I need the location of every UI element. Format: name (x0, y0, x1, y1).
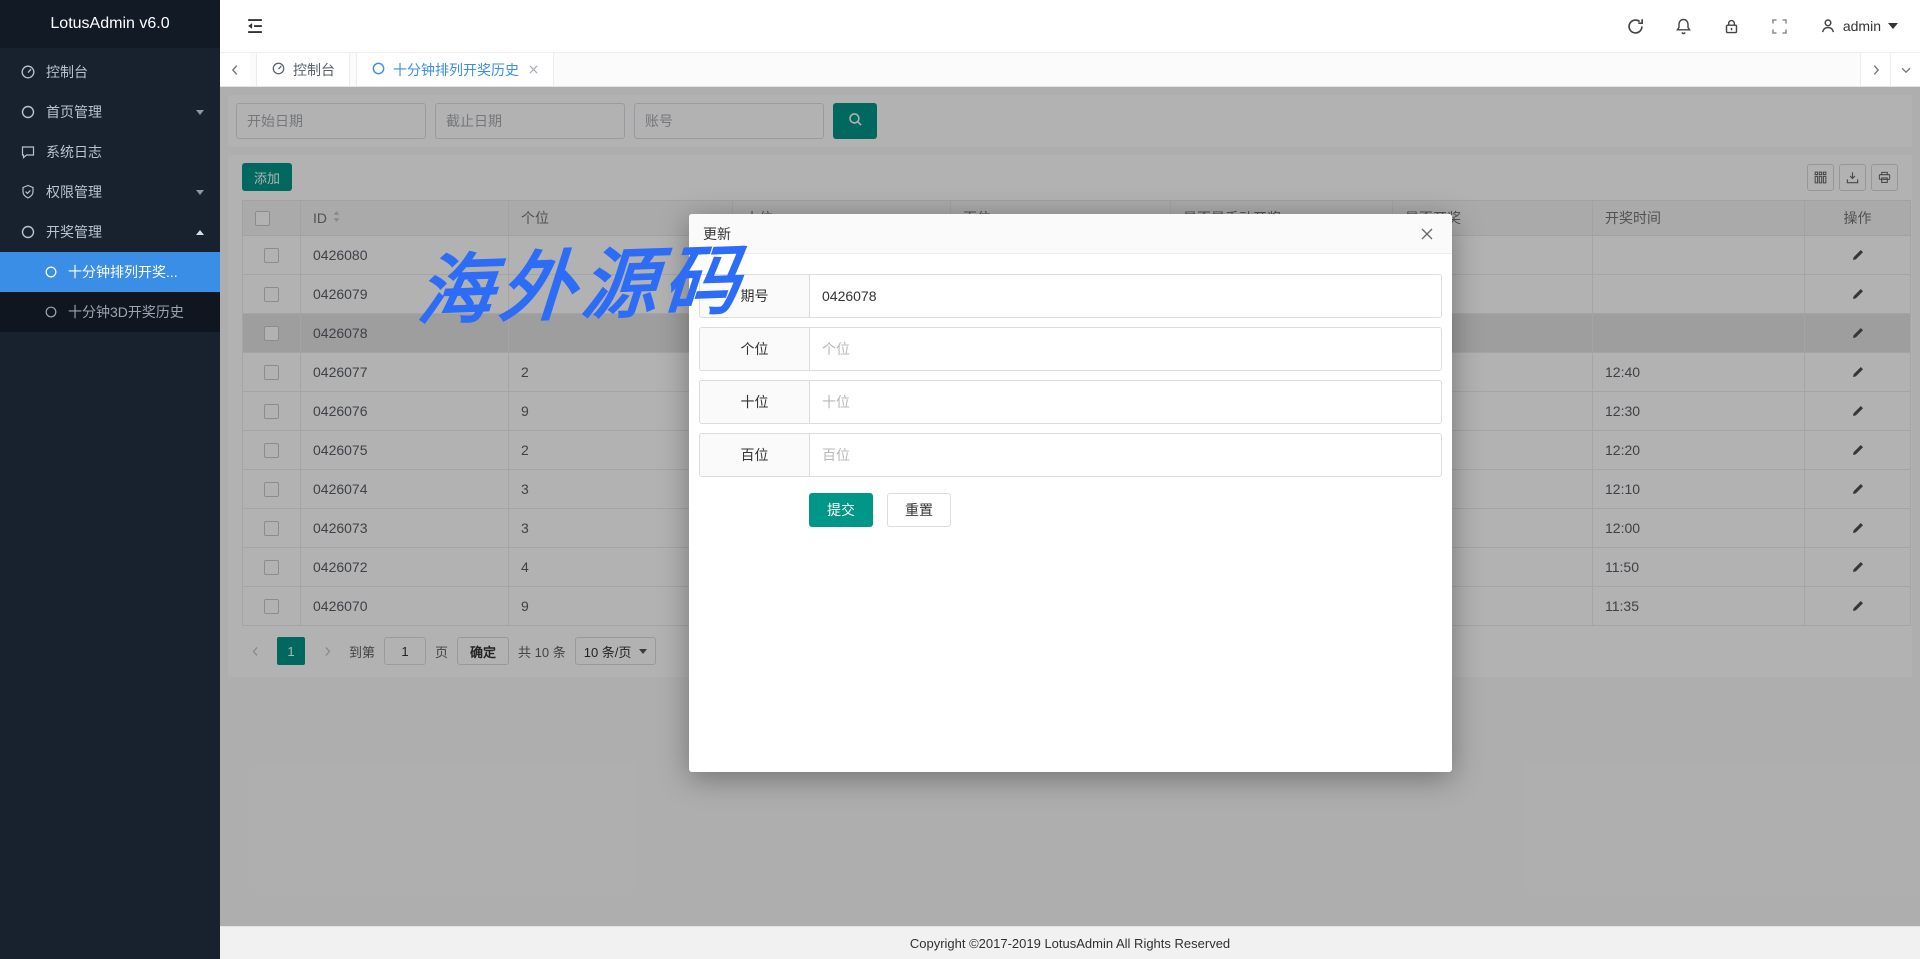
topbar-actions: admin (1625, 15, 1898, 37)
message-icon (20, 144, 36, 160)
field-label: 期号 (700, 275, 810, 317)
tabbar-spacer (554, 53, 1860, 86)
fullscreen-icon[interactable] (1769, 15, 1791, 37)
shield-check-icon (20, 184, 36, 200)
tab-label: 控制台 (293, 60, 335, 80)
gauge-icon (271, 61, 286, 79)
tab-label: 十分钟排列开奖历史 (393, 60, 519, 80)
field-shiwei: 十位 (699, 380, 1442, 424)
sidebar-item-permission-manage[interactable]: 权限管理 (0, 172, 220, 212)
sidebar-item-label: 系统日志 (46, 142, 204, 162)
circle-icon (371, 61, 386, 79)
username-label: admin (1843, 18, 1881, 34)
tabs-scroll-right-button[interactable] (1860, 53, 1890, 86)
sidebar-subitem-label: 十分钟3D开奖历史 (68, 302, 184, 322)
circle-icon (44, 305, 58, 319)
field-issue-number: 期号 (699, 274, 1442, 318)
sidebar-item-label: 首页管理 (46, 102, 196, 122)
chevron-down-icon (1888, 23, 1898, 29)
bell-icon[interactable] (1673, 15, 1695, 37)
app-logo: LotusAdmin v6.0 (0, 0, 220, 48)
tabs-menu-button[interactable] (1890, 53, 1920, 86)
chevron-up-icon (196, 230, 204, 235)
gauge-icon (20, 64, 36, 80)
sidebar-subitem-ten-min-pailie[interactable]: 十分钟排列开奖... (0, 252, 220, 292)
sidebar-item-label: 控制台 (46, 62, 204, 82)
shiwei-input[interactable] (810, 381, 1441, 423)
submit-button[interactable]: 提交 (809, 493, 873, 527)
modal-buttons: 提交 重置 (809, 493, 1442, 527)
sidebar-item-draw-manage[interactable]: 开奖管理 (0, 212, 220, 252)
tabs-scroll-left-button[interactable] (220, 53, 250, 86)
sidebar-item-dashboard[interactable]: 控制台 (0, 52, 220, 92)
field-gewei: 个位 (699, 327, 1442, 371)
close-icon[interactable] (1416, 223, 1438, 245)
circle-icon (20, 104, 36, 120)
sidebar-item-home-manage[interactable]: 首页管理 (0, 92, 220, 132)
copyright-text: Copyright ©2017-2019 LotusAdmin All Righ… (910, 936, 1230, 951)
sidebar-menu: 控制台 首页管理 系统日志 权限管理 开奖管理 (0, 48, 220, 332)
reset-button[interactable]: 重置 (887, 493, 951, 527)
field-baiwei: 百位 (699, 433, 1442, 477)
user-icon (1817, 15, 1839, 37)
field-label: 个位 (700, 328, 810, 370)
chevron-down-icon (196, 110, 204, 115)
issue-number-input[interactable] (810, 275, 1441, 317)
chevron-down-icon (196, 190, 204, 195)
sidebar: LotusAdmin v6.0 控制台 首页管理 系统日志 权限管理 (0, 0, 220, 959)
user-menu[interactable]: admin (1817, 15, 1898, 37)
sidebar-item-label: 开奖管理 (46, 222, 196, 242)
field-label: 百位 (700, 434, 810, 476)
sidebar-item-system-log[interactable]: 系统日志 (0, 132, 220, 172)
sidebar-toggle-icon[interactable] (242, 13, 268, 39)
top-header: admin (220, 0, 1920, 53)
modal-title: 更新 (703, 224, 731, 244)
lock-icon[interactable] (1721, 15, 1743, 37)
tab-bar: 控制台 十分钟排列开奖历史 (220, 53, 1920, 87)
tab-close-icon[interactable] (528, 64, 539, 75)
circle-icon (20, 224, 36, 240)
field-label: 十位 (700, 381, 810, 423)
refresh-icon[interactable] (1625, 15, 1647, 37)
tab-dashboard[interactable]: 控制台 (256, 53, 350, 86)
footer: Copyright ©2017-2019 LotusAdmin All Righ… (220, 926, 1920, 959)
modal-body: 期号 个位 十位 百位 提交 重置 (689, 254, 1452, 527)
sidebar-subitem-ten-min-3d[interactable]: 十分钟3D开奖历史 (0, 292, 220, 332)
sidebar-submenu: 十分钟排列开奖... 十分钟3D开奖历史 (0, 252, 220, 332)
baiwei-input[interactable] (810, 434, 1441, 476)
tab-ten-min-pailie-history[interactable]: 十分钟排列开奖历史 (356, 53, 554, 86)
sidebar-item-label: 权限管理 (46, 182, 196, 202)
sidebar-subitem-label: 十分钟排列开奖... (68, 262, 178, 282)
circle-icon (44, 265, 58, 279)
update-modal: 更新 期号 个位 十位 百位 提交 重置 (689, 214, 1452, 772)
gewei-input[interactable] (810, 328, 1441, 370)
modal-header: 更新 (689, 214, 1452, 254)
